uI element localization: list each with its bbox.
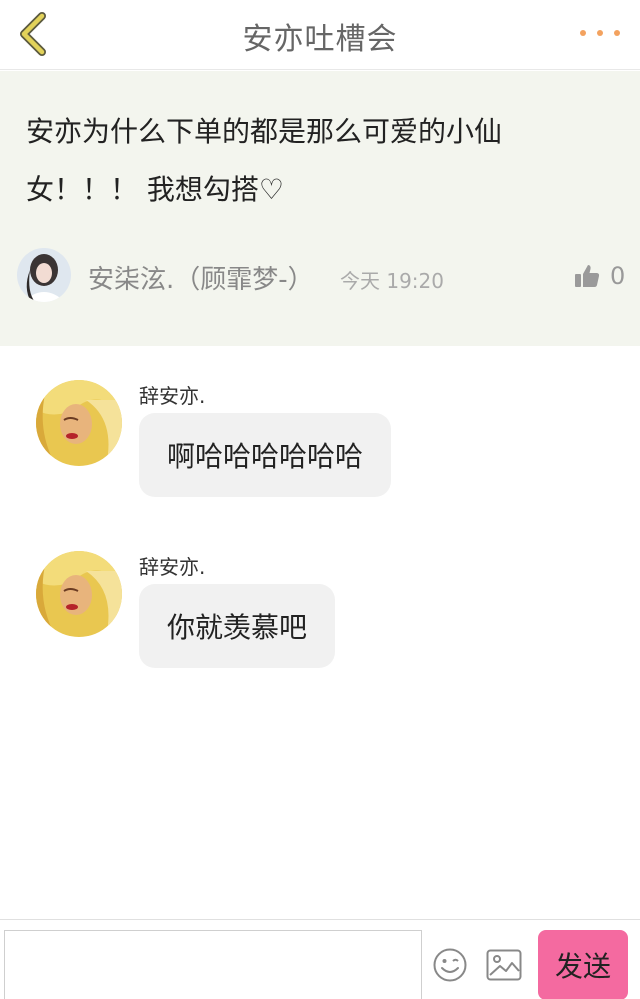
post-timestamp: 今天 19:20 (340, 269, 444, 293)
emoji-icon (433, 948, 467, 982)
image-button[interactable] (486, 949, 522, 981)
like-count: 0 (610, 262, 626, 290)
thumbs-up-icon (575, 265, 600, 287)
post-author-avatar[interactable] (17, 248, 71, 302)
like-button[interactable]: 0 (574, 259, 626, 293)
post-author-name[interactable]: 安柒泫.（顾霏梦-） (88, 259, 314, 296)
more-dots-icon (580, 30, 586, 36)
composer-bar: 发送 (0, 919, 640, 999)
top-nav-bar: 安亦吐槽会 (0, 0, 640, 70)
send-button[interactable]: 发送 (538, 930, 628, 999)
emoji-button[interactable] (432, 947, 468, 983)
commenter-avatar[interactable] (36, 551, 122, 637)
commenter-avatar[interactable] (36, 380, 122, 466)
message-bubble: 你就羡慕吧 (139, 584, 336, 668)
commenter-name: 辞安亦. (139, 555, 206, 579)
page-title: 安亦吐槽会 (242, 22, 398, 57)
commenter-name: 辞安亦. (139, 384, 206, 408)
image-icon (486, 949, 522, 981)
post-content: 安亦为什么下单的都是那么可爱的小仙女！！！ 我想勾搭♡ (26, 115, 503, 206)
original-post: 安亦为什么下单的都是那么可爱的小仙女！！！ 我想勾搭♡ 安柒泫.（顾霏梦-） 今… (0, 71, 640, 346)
message-bubble: 啊哈哈哈哈哈哈 (139, 413, 392, 497)
message-input[interactable] (4, 930, 422, 999)
more-options-button[interactable] (580, 20, 620, 46)
